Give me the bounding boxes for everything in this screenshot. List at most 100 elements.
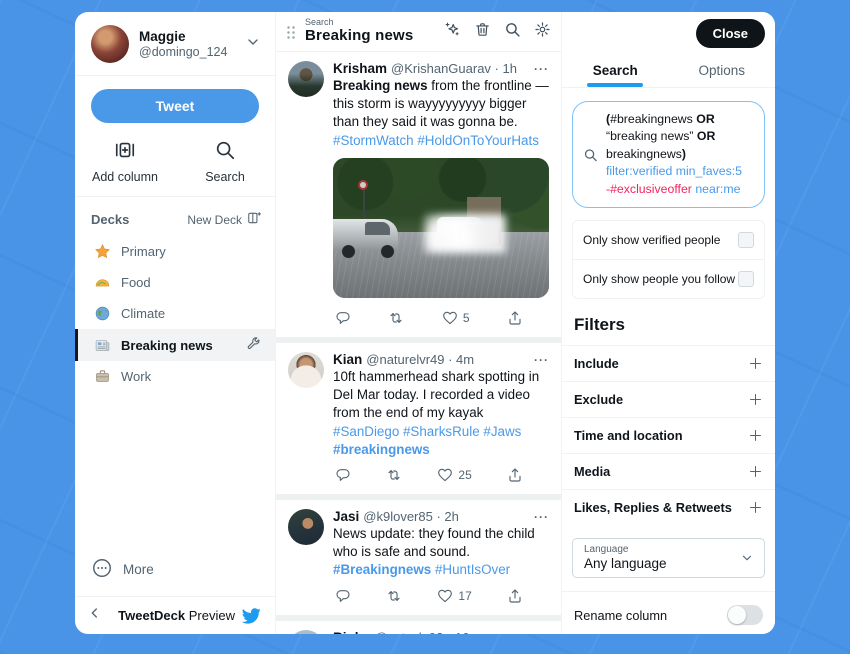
share-button[interactable] bbox=[507, 467, 523, 483]
heart-icon bbox=[442, 310, 458, 326]
filter-exclude[interactable]: Exclude bbox=[562, 381, 775, 417]
like-count: 17 bbox=[458, 589, 471, 603]
gear-icon[interactable] bbox=[534, 21, 551, 43]
drag-handle-icon[interactable] bbox=[286, 24, 295, 39]
sparkle-icon[interactable] bbox=[444, 21, 461, 43]
hashtag-link[interactable]: #SharksRule bbox=[403, 424, 483, 439]
like-button[interactable]: 25 bbox=[437, 467, 471, 483]
query-text: ) bbox=[682, 147, 686, 161]
hashtag-link[interactable]: #Breakingnews bbox=[333, 562, 435, 577]
deck-label: Work bbox=[121, 369, 261, 384]
sidebar-item-primary[interactable]: Primary bbox=[75, 236, 275, 267]
avatar[interactable] bbox=[91, 25, 129, 63]
hashtag-link[interactable]: #HuntIsOver bbox=[435, 562, 510, 577]
retweet-button[interactable] bbox=[386, 467, 402, 483]
deck-label: Primary bbox=[121, 244, 261, 259]
like-button[interactable]: 5 bbox=[442, 310, 470, 326]
filter-media[interactable]: Media bbox=[562, 453, 775, 489]
search-icon[interactable] bbox=[504, 21, 521, 43]
reply-icon bbox=[335, 588, 351, 604]
wrench-icon[interactable] bbox=[246, 336, 261, 354]
search-button[interactable]: Search bbox=[175, 139, 275, 184]
tweet-menu-icon[interactable]: ··· bbox=[534, 62, 549, 76]
hashtag-link[interactable]: #HoldOnToYourHats bbox=[417, 133, 539, 148]
tweet-author[interactable]: Kian bbox=[333, 352, 362, 367]
retweet-button[interactable] bbox=[388, 310, 404, 326]
share-button[interactable] bbox=[507, 588, 523, 604]
verified-filter-label: Only show verified people bbox=[583, 233, 720, 247]
avatar[interactable] bbox=[288, 509, 324, 545]
tweet-author[interactable]: Jasi bbox=[333, 509, 359, 524]
tweet[interactable]: Kian @naturelvr49 · 4m ··· 10ft hammerhe… bbox=[276, 343, 561, 494]
tweet[interactable]: Jasi @k9lover85 · 2h ··· News update: th… bbox=[276, 500, 561, 615]
following-filter-row[interactable]: Only show people you follow bbox=[573, 259, 764, 298]
hashtag-link[interactable]: #breakingnews bbox=[333, 442, 430, 457]
tweet-button[interactable]: Tweet bbox=[91, 89, 259, 123]
following-checkbox[interactable] bbox=[738, 271, 754, 287]
filter-include[interactable]: Include bbox=[562, 345, 775, 381]
share-button[interactable] bbox=[507, 310, 523, 326]
reply-button[interactable] bbox=[335, 588, 351, 604]
like-count: 5 bbox=[463, 311, 470, 325]
tweet-text-bold: Breaking news bbox=[333, 78, 428, 93]
tweet-menu-icon[interactable]: ··· bbox=[534, 353, 549, 367]
search-column: Search Breaking news bbox=[276, 12, 562, 634]
collapse-sidebar-icon[interactable] bbox=[87, 605, 103, 626]
tweet-author[interactable]: Krisham bbox=[333, 61, 387, 76]
add-column-button[interactable]: Add column bbox=[75, 139, 175, 184]
tweet-author[interactable]: Rigby bbox=[333, 630, 371, 634]
brand-suffix: Preview bbox=[189, 608, 235, 623]
filter-time-location[interactable]: Time and location bbox=[562, 417, 775, 453]
reply-button[interactable] bbox=[335, 467, 351, 483]
avatar[interactable] bbox=[288, 630, 324, 634]
tweet-meta: @naturelvr49 · 4m bbox=[366, 352, 534, 367]
verified-filter-row[interactable]: Only show verified people bbox=[573, 221, 764, 259]
like-count: 25 bbox=[458, 468, 471, 482]
filter-engagement[interactable]: Likes, Replies & Retweets bbox=[562, 489, 775, 525]
tweet[interactable]: Krisham @KrishanGuarav · 1h ··· Breaking… bbox=[276, 52, 561, 337]
retweet-icon bbox=[386, 588, 402, 604]
avatar[interactable] bbox=[288, 352, 324, 388]
tweet[interactable]: Rigby @catsule92 · 16m ··· #Breakingnews… bbox=[276, 621, 561, 634]
verified-checkbox[interactable] bbox=[738, 232, 754, 248]
rename-column-row[interactable]: Rename column bbox=[562, 591, 775, 634]
share-icon bbox=[507, 310, 523, 326]
tab-search[interactable]: Search bbox=[562, 54, 669, 87]
plus-icon bbox=[748, 356, 763, 371]
language-select[interactable]: Language Any language bbox=[572, 538, 765, 578]
tweet-menu-icon[interactable]: ··· bbox=[534, 510, 549, 524]
deck-label: Climate bbox=[121, 306, 261, 321]
query-negation: -#exclusiveoffer bbox=[606, 182, 692, 196]
like-button[interactable]: 17 bbox=[437, 588, 471, 604]
chevron-down-icon bbox=[740, 551, 754, 565]
query-operator: near:me bbox=[692, 182, 741, 196]
more-button[interactable]: More bbox=[75, 543, 275, 596]
tweet-photo-flooded-street[interactable] bbox=[333, 158, 549, 298]
language-label: Language bbox=[584, 544, 734, 555]
divider bbox=[75, 75, 275, 76]
trash-icon[interactable] bbox=[474, 21, 491, 43]
retweet-button[interactable] bbox=[386, 588, 402, 604]
sidebar-item-breaking-news[interactable]: Breaking news bbox=[75, 329, 275, 361]
query-text: “breaking news” bbox=[606, 129, 697, 143]
hashtag-link[interactable]: #SanDiego bbox=[333, 424, 403, 439]
sidebar-item-work[interactable]: Work bbox=[75, 361, 275, 392]
hashtag-link[interactable]: #Jaws bbox=[483, 424, 521, 439]
tab-options[interactable]: Options bbox=[669, 54, 776, 87]
brand-footer: TweetDeck Preview bbox=[103, 606, 261, 626]
new-deck-button[interactable]: New Deck bbox=[187, 211, 261, 228]
search-query-input[interactable]: (#breakingnews OR “breaking news” OR bre… bbox=[572, 101, 765, 208]
sidebar-item-food[interactable]: Food bbox=[75, 267, 275, 298]
profile-switcher[interactable]: Maggie @domingo_124 bbox=[75, 12, 275, 75]
close-button[interactable]: Close bbox=[696, 19, 765, 48]
query-operator: filter:verified min_faves:5 bbox=[606, 164, 742, 178]
tweet-menu-icon[interactable]: ··· bbox=[534, 631, 549, 634]
rename-toggle[interactable] bbox=[727, 605, 763, 625]
tweet-text: News update: they found the child who is… bbox=[333, 525, 549, 580]
reply-button[interactable] bbox=[335, 310, 351, 326]
hashtag-link[interactable]: #StormWatch bbox=[333, 133, 417, 148]
query-text: breakingnews bbox=[606, 147, 682, 161]
sidebar-item-climate[interactable]: Climate bbox=[75, 298, 275, 329]
add-column-label: Add column bbox=[92, 170, 158, 184]
avatar[interactable] bbox=[288, 61, 324, 97]
